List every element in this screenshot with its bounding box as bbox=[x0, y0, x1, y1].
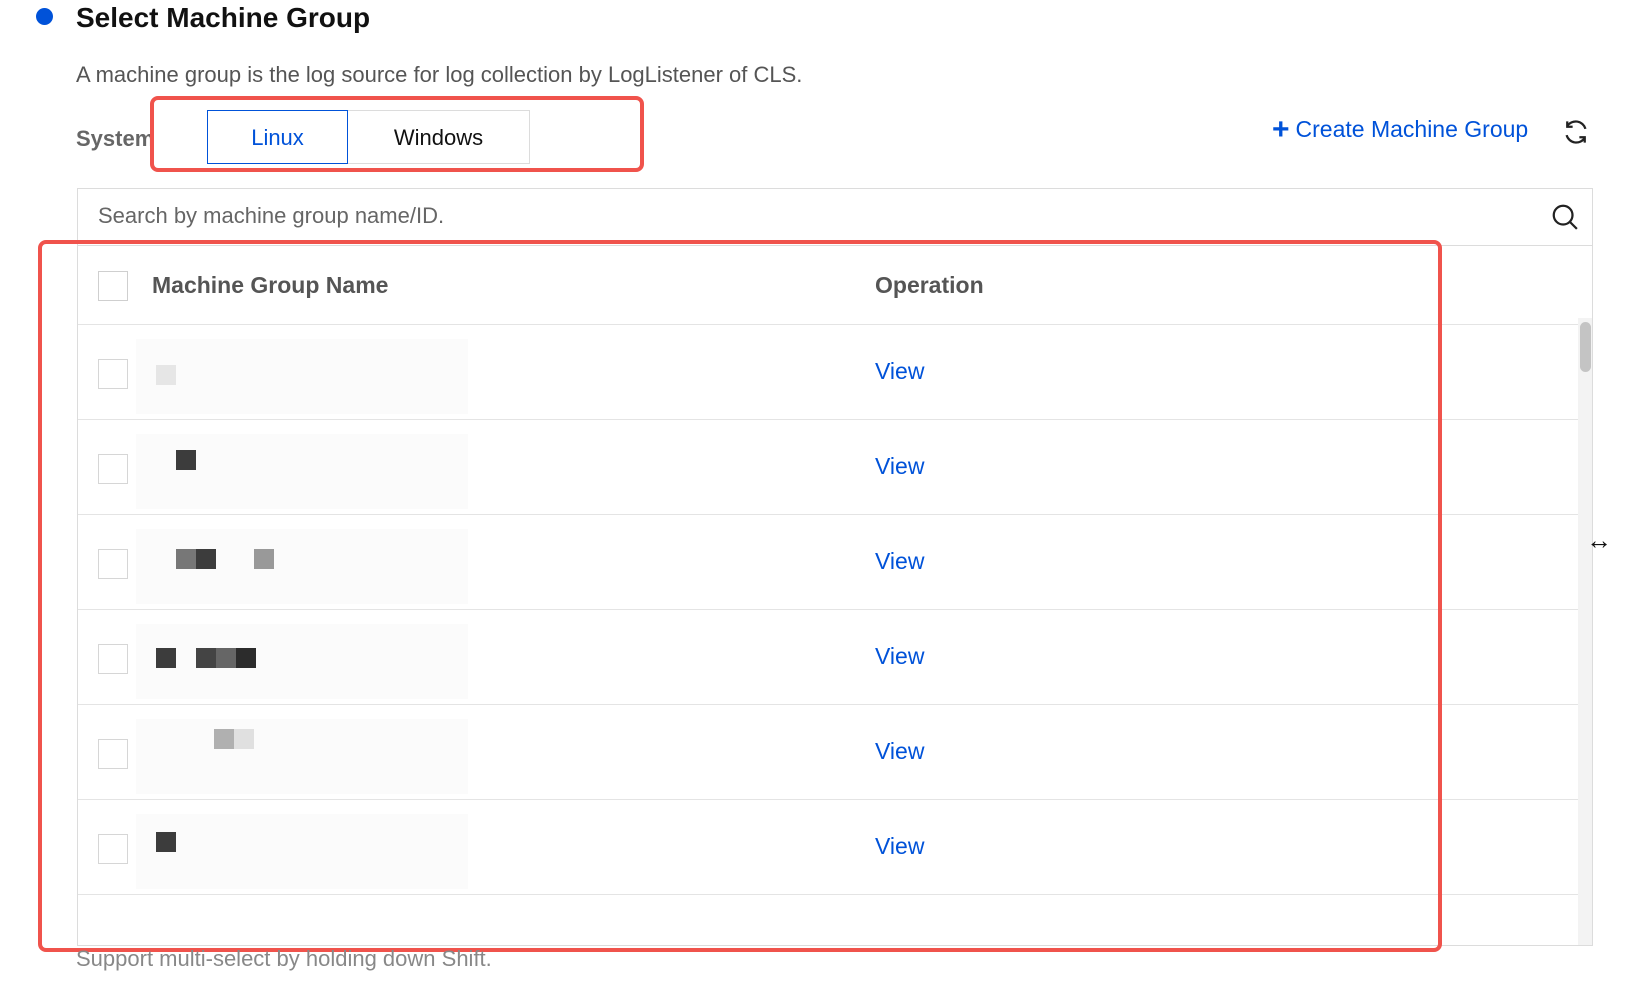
resize-horizontal-icon: ↔ bbox=[1586, 525, 1612, 555]
table-row: View bbox=[78, 515, 1578, 610]
select-all-checkbox[interactable] bbox=[98, 271, 128, 301]
redacted-group-name bbox=[136, 814, 468, 889]
section-description: A machine group is the log source for lo… bbox=[76, 62, 803, 87]
table-row: View bbox=[78, 325, 1578, 420]
row-checkbox[interactable] bbox=[98, 644, 128, 674]
refresh-icon[interactable] bbox=[1561, 117, 1591, 147]
system-label: System bbox=[76, 126, 155, 151]
redacted-group-name bbox=[136, 339, 468, 414]
view-link[interactable]: View bbox=[875, 453, 924, 480]
scrollbar-track[interactable] bbox=[1578, 318, 1592, 945]
plus-icon: + bbox=[1272, 112, 1290, 146]
step-indicator-dot bbox=[36, 8, 53, 25]
redacted-group-name bbox=[136, 719, 468, 794]
multi-select-hint: Support multi-select by holding down Shi… bbox=[76, 946, 492, 971]
row-checkbox[interactable] bbox=[98, 454, 128, 484]
scrollbar-thumb[interactable] bbox=[1580, 322, 1591, 372]
section-title: Select Machine Group bbox=[76, 2, 371, 33]
redacted-group-name bbox=[136, 434, 468, 509]
tab-linux[interactable]: Linux bbox=[207, 110, 348, 164]
system-tabs: Linux Windows bbox=[207, 110, 530, 166]
redacted-group-name bbox=[136, 529, 468, 604]
row-checkbox[interactable] bbox=[98, 834, 128, 864]
table-row: View bbox=[78, 610, 1578, 705]
view-link[interactable]: View bbox=[875, 643, 924, 670]
create-machine-group-button[interactable]: + Create Machine Group bbox=[1272, 112, 1529, 146]
view-link[interactable]: View bbox=[875, 738, 924, 765]
table-row: View bbox=[78, 705, 1578, 800]
view-link[interactable]: View bbox=[875, 358, 924, 385]
search-input[interactable] bbox=[78, 189, 1538, 243]
create-machine-group-label: Create Machine Group bbox=[1295, 116, 1529, 142]
view-link[interactable]: View bbox=[875, 833, 924, 860]
redacted-group-name bbox=[136, 624, 468, 699]
view-link[interactable]: View bbox=[875, 548, 924, 575]
row-checkbox[interactable] bbox=[98, 739, 128, 769]
row-checkbox[interactable] bbox=[98, 549, 128, 579]
table-row: View bbox=[78, 800, 1578, 895]
column-header-name: Machine Group Name bbox=[152, 272, 389, 298]
machine-group-table: Machine Group Name Operation View View V… bbox=[77, 246, 1593, 946]
search-box bbox=[77, 188, 1593, 246]
column-header-operation: Operation bbox=[875, 272, 984, 298]
table-body: View View View View View View bbox=[78, 325, 1578, 895]
search-icon[interactable] bbox=[1550, 202, 1580, 232]
table-header: Machine Group Name Operation bbox=[78, 246, 1592, 325]
row-checkbox[interactable] bbox=[98, 359, 128, 389]
tab-windows[interactable]: Windows bbox=[348, 110, 530, 164]
table-row: View bbox=[78, 420, 1578, 515]
